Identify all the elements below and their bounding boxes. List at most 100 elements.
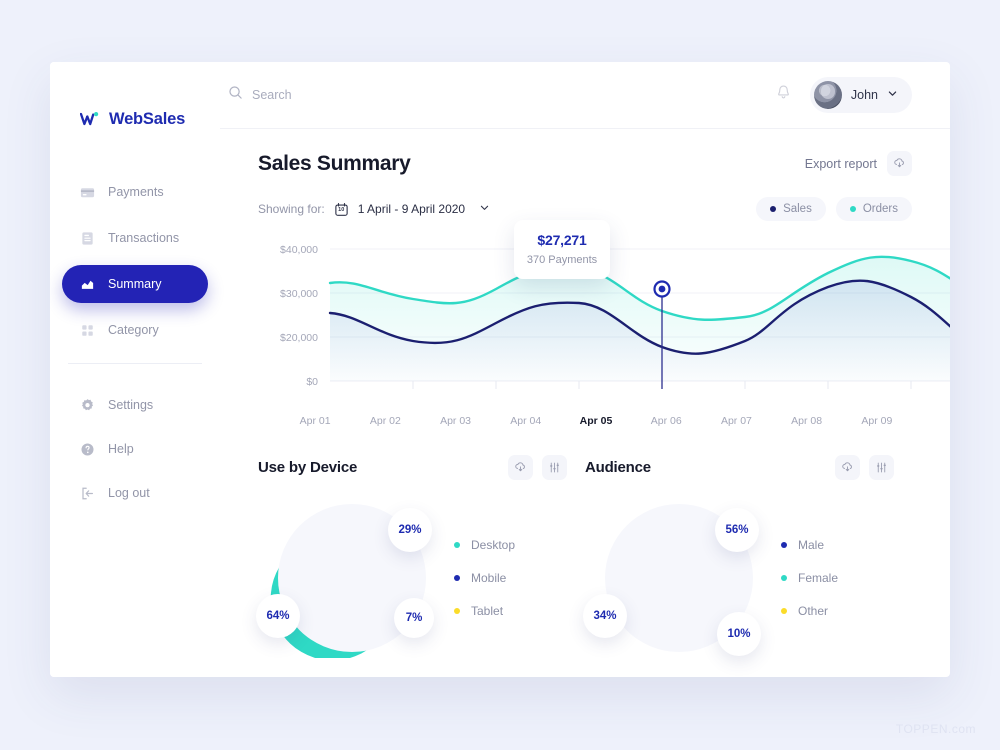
x-tick: Apr 01: [299, 415, 331, 427]
dashboard-window: WebSales Payments Transactions Summary C…: [50, 62, 950, 677]
panel-body: 56% 34% 10% Male Female Other: [583, 498, 912, 658]
donut-value-bubble-tablet: 7%: [394, 598, 434, 638]
x-tick: Apr 04: [510, 415, 542, 427]
sidebar-item-label: Log out: [108, 486, 150, 500]
legend-label: Desktop: [471, 538, 516, 552]
donut-value-bubble-female: 34%: [583, 594, 627, 638]
sidebar-divider: [68, 363, 202, 364]
date-range-value[interactable]: 1 April - 9 April 2020: [358, 202, 465, 216]
legend-dot: [781, 608, 787, 614]
page-header: Sales Summary Export report: [258, 151, 912, 176]
receipt-icon: [80, 231, 95, 246]
x-tick: Apr 06: [650, 415, 682, 427]
sliders-icon[interactable]: [869, 455, 894, 480]
question-circle-icon: [80, 442, 95, 457]
gear-icon: [80, 398, 95, 413]
chart-bar-icon: [80, 277, 95, 292]
sidebar-item-help[interactable]: Help: [62, 430, 208, 468]
download-cloud-icon[interactable]: [887, 151, 912, 176]
device-legend: Desktop Mobile Tablet: [454, 538, 515, 618]
sidebar-item-payments[interactable]: Payments: [62, 173, 208, 211]
export-report-button[interactable]: Export report: [805, 151, 912, 176]
search-input[interactable]: [252, 88, 492, 102]
legend-item-tablet[interactable]: Tablet: [454, 604, 515, 618]
chevron-down-icon[interactable]: [479, 200, 490, 218]
chart-legend: Sales Orders: [756, 197, 912, 221]
donut-panels: Use by Device 29% 64% 7% Desktop Mobile …: [256, 455, 912, 661]
user-name: John: [850, 88, 878, 102]
legend-chip-label: Orders: [862, 203, 898, 215]
filter-row: Showing for: 10 1 April - 9 April 2020 S…: [258, 197, 912, 221]
legend-item-mobile[interactable]: Mobile: [454, 571, 515, 585]
bell-icon[interactable]: [775, 84, 792, 106]
sidebar-item-category[interactable]: Category: [62, 311, 208, 349]
brand-name: WebSales: [109, 110, 186, 128]
download-cloud-icon[interactable]: [835, 455, 860, 480]
panel-title: Use by Device: [258, 459, 358, 476]
topbar: John: [220, 62, 950, 129]
tooltip-value: $27,271: [537, 232, 587, 248]
sidebar-nav-secondary: Settings Help Log out: [50, 386, 220, 512]
legend-dot: [454, 542, 460, 548]
svg-text:$30,000: $30,000: [280, 288, 318, 300]
user-menu[interactable]: John: [809, 77, 912, 113]
panel-title: Audience: [585, 459, 651, 476]
panel-header: Audience: [585, 455, 912, 480]
sidebar-item-logout[interactable]: Log out: [62, 474, 208, 512]
x-tick: Apr 08: [791, 415, 823, 427]
sidebar-item-summary[interactable]: Summary: [62, 265, 208, 303]
legend-item-female[interactable]: Female: [781, 571, 838, 585]
legend-item-desktop[interactable]: Desktop: [454, 538, 515, 552]
legend-chip-sales[interactable]: Sales: [756, 197, 826, 221]
export-report-label: Export report: [804, 156, 877, 171]
panel-header: Use by Device: [258, 455, 585, 480]
sidebar-item-settings[interactable]: Settings: [62, 386, 208, 424]
sidebar-item-label: Summary: [108, 277, 162, 291]
legend-label: Other: [798, 604, 829, 618]
svg-text:$20,000: $20,000: [280, 332, 318, 344]
sliders-icon[interactable]: [542, 455, 567, 480]
search-box[interactable]: [228, 85, 775, 105]
legend-dot: [849, 206, 856, 212]
x-tick: Apr 03: [440, 415, 472, 427]
x-tick: Apr 09: [861, 415, 893, 427]
x-tick: Apr 07: [720, 415, 752, 427]
svg-text:$0: $0: [306, 376, 318, 388]
legend-label: Male: [798, 538, 825, 552]
search-icon: [228, 85, 243, 105]
page-title: Sales Summary: [258, 151, 411, 175]
sidebar-nav: Payments Transactions Summary Category: [50, 173, 220, 349]
donut-value-bubble-other: 10%: [717, 612, 761, 656]
card-icon: [80, 185, 95, 200]
websales-logo-icon: [80, 111, 102, 129]
legend-chip-orders[interactable]: Orders: [835, 197, 912, 221]
download-cloud-icon[interactable]: [508, 455, 533, 480]
legend-item-male[interactable]: Male: [781, 538, 838, 552]
device-donut-chart: 29% 64% 7%: [256, 498, 436, 661]
chart-x-axis: Apr 01 Apr 02 Apr 03 Apr 04 Apr 05 Apr 0…: [258, 415, 912, 427]
tooltip-subtext: 370 Payments: [526, 254, 598, 266]
legend-label: Female: [798, 571, 839, 585]
legend-item-other[interactable]: Other: [781, 604, 838, 618]
sales-line-chart: $40,000 $30,000 $20,000 $0 $27,271 370 P…: [258, 220, 950, 411]
x-tick-active: Apr 05: [579, 415, 613, 427]
chevron-down-icon: [887, 86, 898, 104]
legend-dot: [781, 575, 787, 581]
logout-icon: [80, 486, 95, 501]
legend-label: Tablet: [471, 604, 504, 618]
avatar: [813, 81, 842, 109]
showing-label: Showing for:: [258, 202, 325, 216]
legend-dot: [770, 206, 777, 212]
grid-icon: [80, 323, 95, 338]
sidebar-item-transactions[interactable]: Transactions: [62, 219, 208, 257]
audience-legend: Male Female Other: [781, 538, 838, 618]
chart-tooltip: $27,271 370 Payments: [514, 220, 610, 279]
watermark: TOPPEN.com: [895, 722, 976, 736]
sidebar-item-label: Category: [108, 323, 159, 337]
sidebar-item-label: Payments: [108, 185, 164, 199]
legend-chip-label: Sales: [783, 203, 812, 215]
panel-actions: [508, 455, 567, 480]
date-filter[interactable]: Showing for: 10 1 April - 9 April 2020: [258, 200, 490, 218]
legend-dot: [781, 542, 787, 548]
sidebar: WebSales Payments Transactions Summary C…: [50, 62, 220, 677]
